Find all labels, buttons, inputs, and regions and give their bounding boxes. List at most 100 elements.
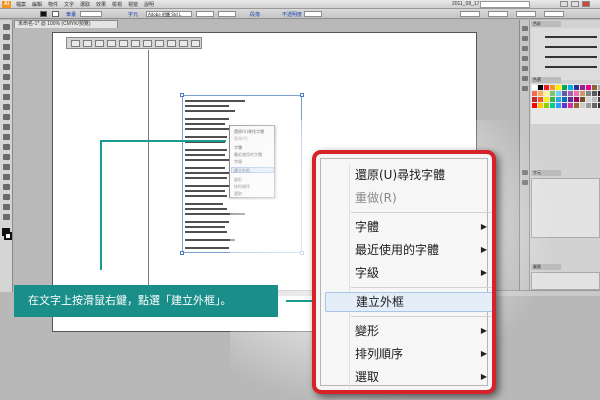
opacity-label[interactable]: 不透明度 xyxy=(282,11,302,18)
color-swatch[interactable] xyxy=(574,97,579,102)
panel-icon[interactable] xyxy=(522,46,528,51)
menu-type[interactable]: 文字 xyxy=(64,1,74,8)
swatches-panel-tab[interactable]: 色票 xyxy=(531,77,561,83)
color-swatch[interactable] xyxy=(562,103,567,108)
color-swatch[interactable] xyxy=(592,85,597,90)
panel-button-icon[interactable] xyxy=(71,40,80,47)
font-family-field[interactable]: Adobe 明體 Std L xyxy=(146,11,192,17)
y-field[interactable] xyxy=(488,11,508,17)
panel-icon[interactable] xyxy=(522,86,528,91)
color-swatch[interactable] xyxy=(544,91,549,96)
menu-window[interactable]: 視窗 xyxy=(128,1,138,8)
menu-item-font[interactable]: 字體 ▶ xyxy=(325,217,492,237)
small-menu-item[interactable]: 字體 xyxy=(234,145,242,150)
small-menu-item[interactable]: 字級 xyxy=(234,159,242,164)
color-slider[interactable] xyxy=(545,66,597,68)
free-transform-tool-icon[interactable] xyxy=(3,154,10,160)
panel-button-icon[interactable] xyxy=(167,40,176,47)
color-swatch[interactable] xyxy=(568,97,573,102)
selection-handle[interactable] xyxy=(300,251,304,255)
color-panel-tab[interactable]: 色彩 xyxy=(531,21,561,27)
eraser-tool-icon[interactable] xyxy=(3,114,10,120)
type-tool-icon[interactable] xyxy=(3,64,10,70)
selection-handle[interactable] xyxy=(180,251,184,255)
color-swatch[interactable] xyxy=(586,85,591,90)
mesh-tool-icon[interactable] xyxy=(3,184,10,190)
close-icon[interactable] xyxy=(582,1,590,7)
menu-item-font-size[interactable]: 字級 ▶ xyxy=(325,263,492,283)
menu-select[interactable]: 選取 xyxy=(80,1,90,8)
menu-file[interactable]: 檔案 xyxy=(16,1,26,8)
panel-button-icon[interactable] xyxy=(119,40,128,47)
x-field[interactable] xyxy=(460,11,480,17)
menu-edit[interactable]: 編輯 xyxy=(32,1,42,8)
selection-handle[interactable] xyxy=(300,93,304,97)
scale-tool-icon[interactable] xyxy=(3,134,10,140)
graph-tool-icon[interactable] xyxy=(3,174,10,180)
menu-help[interactable]: 說明 xyxy=(144,1,154,8)
menu-item-create-outlines[interactable]: 建立外框 xyxy=(325,292,492,312)
menu-view[interactable]: 檢視 xyxy=(112,1,122,8)
color-swatch[interactable] xyxy=(538,97,543,102)
symbol-tool-icon[interactable] xyxy=(3,164,10,170)
color-swatch[interactable] xyxy=(580,103,585,108)
color-swatch[interactable] xyxy=(568,103,573,108)
color-swatch[interactable] xyxy=(586,97,591,102)
menu-item-recent-fonts[interactable]: 最近使用的字體 ▶ xyxy=(325,240,492,260)
color-swatch[interactable] xyxy=(550,97,555,102)
color-swatch[interactable] xyxy=(580,85,585,90)
panel-button-icon[interactable] xyxy=(83,40,92,47)
menu-object[interactable]: 物件 xyxy=(48,1,58,8)
small-menu-item[interactable]: 建立外框 xyxy=(234,168,250,173)
color-swatch[interactable] xyxy=(556,97,561,102)
small-menu-item[interactable]: 最近使用的字體 xyxy=(234,152,262,157)
swatch-grid[interactable] xyxy=(531,84,600,124)
menu-effect[interactable]: 效果 xyxy=(96,1,106,8)
color-swatch[interactable] xyxy=(532,97,537,102)
color-swatch[interactable] xyxy=(538,85,543,90)
color-swatch[interactable] xyxy=(538,103,543,108)
panel-button-icon[interactable] xyxy=(131,40,140,47)
color-swatch[interactable] xyxy=(592,91,597,96)
color-swatch[interactable] xyxy=(586,103,591,108)
height-field[interactable] xyxy=(544,11,564,17)
color-slider[interactable] xyxy=(545,56,597,58)
color-swatch[interactable] xyxy=(550,103,555,108)
small-menu-item[interactable]: 變形 xyxy=(234,177,242,182)
panel-icon[interactable] xyxy=(522,66,528,71)
panel-icon[interactable] xyxy=(522,56,528,61)
stroke-swatch[interactable] xyxy=(52,11,59,17)
color-swatch[interactable] xyxy=(592,103,597,108)
fill-swatch[interactable] xyxy=(40,11,47,17)
font-size-field[interactable] xyxy=(218,11,236,17)
brush-tool-icon[interactable] xyxy=(3,94,10,100)
panel-button-icon[interactable] xyxy=(191,40,200,47)
rectangle-tool-icon[interactable] xyxy=(3,84,10,90)
color-swatch[interactable] xyxy=(556,103,561,108)
panel-icon[interactable] xyxy=(522,36,528,41)
character-label[interactable]: 字元 xyxy=(128,11,138,18)
color-swatch[interactable] xyxy=(550,91,555,96)
panel-icon[interactable] xyxy=(522,76,528,81)
eyedropper-tool-icon[interactable] xyxy=(3,204,10,210)
stroke-label[interactable]: 筆畫 xyxy=(66,11,76,18)
color-swatch[interactable] xyxy=(544,85,549,90)
small-menu-item[interactable]: 排列順序 xyxy=(234,184,250,189)
color-swatch[interactable] xyxy=(586,91,591,96)
color-slider[interactable] xyxy=(545,36,597,38)
color-swatch[interactable] xyxy=(556,85,561,90)
warp-tool-icon[interactable] xyxy=(3,144,10,150)
color-swatch[interactable] xyxy=(580,91,585,96)
stroke-field[interactable] xyxy=(80,11,102,17)
gradient-tool-icon[interactable] xyxy=(3,194,10,200)
panel-icon[interactable] xyxy=(522,180,528,185)
small-menu-item[interactable]: 還原(U)尋找字體 xyxy=(234,129,264,134)
color-swatch[interactable] xyxy=(550,85,555,90)
paragraph-label[interactable]: 段落 xyxy=(250,11,260,18)
panel-button-icon[interactable] xyxy=(143,40,152,47)
panel-button-icon[interactable] xyxy=(107,40,116,47)
character-panel-tab[interactable]: 字元 xyxy=(531,170,561,176)
color-swatch[interactable] xyxy=(568,91,573,96)
color-swatch[interactable] xyxy=(592,97,597,102)
menu-item-arrange[interactable]: 排列順序 ▶ xyxy=(325,344,492,364)
